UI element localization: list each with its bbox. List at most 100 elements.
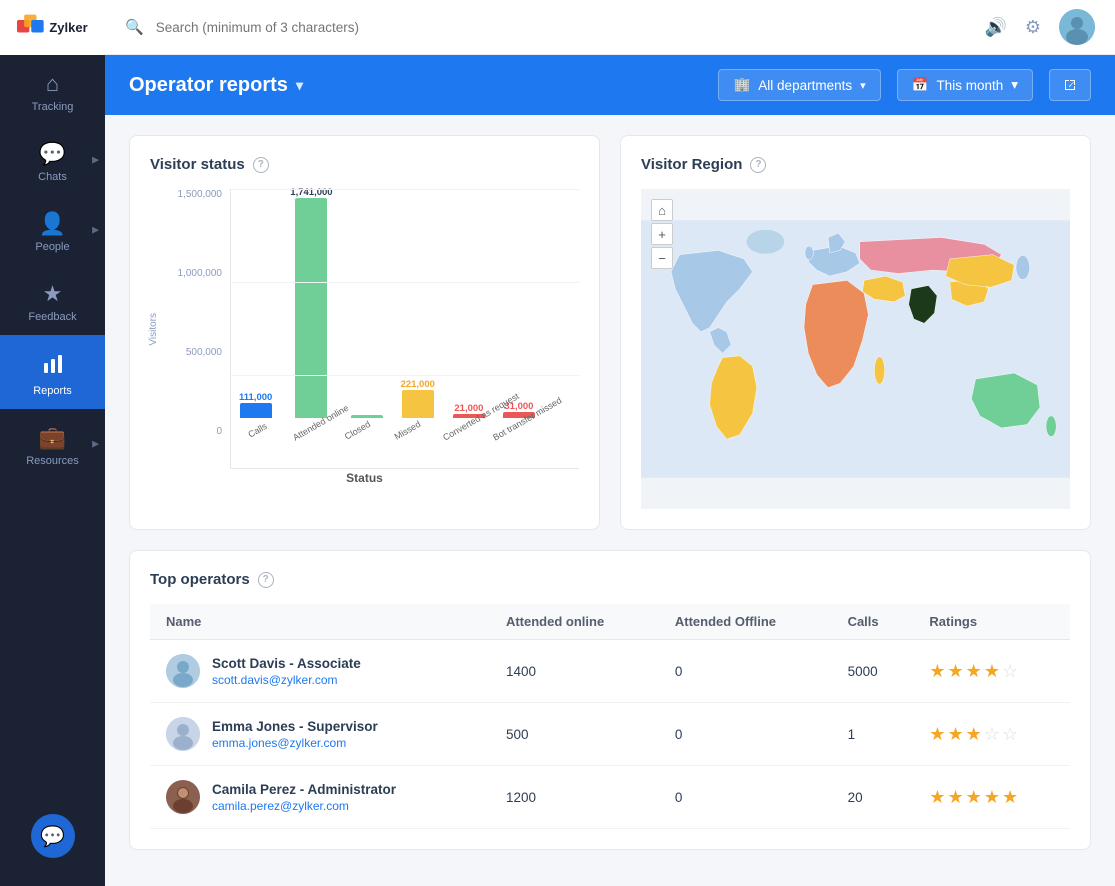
- map-zoom-out-button[interactable]: −: [651, 247, 673, 269]
- visitor-region-panel: Visitor Region ?: [620, 135, 1091, 530]
- attended-online-value: 500: [490, 703, 659, 766]
- top-operators-panel: Top operators ? Name Attended online Att…: [129, 550, 1091, 850]
- topbar-actions: 🔊 ⚙: [984, 9, 1095, 45]
- attended-offline-value: 0: [659, 703, 832, 766]
- avatar: [166, 654, 200, 688]
- attended-offline-value: 0: [659, 640, 832, 703]
- top-panels: Visitor status ? Visitors 1,500,000 1,00…: [129, 135, 1091, 530]
- col-attended-offline: Attended Offline: [659, 604, 832, 640]
- col-ratings: Ratings: [913, 604, 1070, 640]
- col-attended-online: Attended online: [490, 604, 659, 640]
- bars-container: 111,000 1,741,000: [231, 189, 579, 418]
- top-operators-help-icon[interactable]: ?: [258, 572, 274, 588]
- export-button[interactable]: [1049, 69, 1091, 101]
- star-2: ★: [948, 661, 964, 682]
- sidebar-item-label-resources: Resources: [26, 455, 79, 467]
- visitor-status-panel: Visitor status ? Visitors 1,500,000 1,00…: [129, 135, 600, 530]
- sidebar-item-reports[interactable]: Reports: [0, 335, 105, 409]
- people-icon: 👤: [39, 213, 66, 235]
- table-row: Scott Davis - Associate scott.davis@zylk…: [150, 640, 1070, 703]
- grid-line-top: [231, 189, 579, 190]
- visitor-status-help-icon[interactable]: ?: [253, 157, 269, 173]
- logo-icon: [17, 14, 49, 42]
- chat-bubble-button[interactable]: 💬: [31, 814, 75, 858]
- visitor-status-title: Visitor status ?: [150, 156, 579, 173]
- operator-name: Camila Perez - Administrator: [212, 782, 396, 797]
- star-3: ★: [966, 724, 982, 745]
- header-bar: Operator reports ▾ 🏢 All departments ▾ 📅…: [105, 55, 1115, 115]
- star-5: ★: [1002, 787, 1018, 808]
- bar-attended-online: 1,741,000: [290, 187, 332, 418]
- attended-online-value: 1200: [490, 766, 659, 829]
- search-input[interactable]: [156, 20, 973, 35]
- operator-email: scott.davis@zylker.com: [212, 673, 361, 687]
- sidebar: Zylker ⌂ Tracking 💬 Chats ▶ 👤 People ▶ ★…: [0, 0, 105, 886]
- y-label-1500000: 1,500,000: [178, 189, 223, 200]
- sidebar-item-label-reports: Reports: [33, 385, 72, 397]
- visitor-region-help-icon[interactable]: ?: [750, 157, 766, 173]
- star-1: ★: [929, 787, 945, 808]
- logo-text: Zylker: [49, 20, 87, 35]
- operator-info: Camila Perez - Administrator camila.pere…: [166, 780, 474, 814]
- search-icon: 🔍: [125, 18, 144, 36]
- operator-info: Scott Davis - Associate scott.davis@zylk…: [166, 654, 474, 688]
- star-5: ☆: [1002, 661, 1018, 682]
- star-icon: ★: [43, 283, 63, 305]
- sidebar-item-chats[interactable]: 💬 Chats ▶: [0, 125, 105, 195]
- star-rating: ★ ★ ★ ☆ ☆: [929, 724, 1054, 745]
- logo: Zylker: [0, 0, 105, 55]
- col-name: Name: [150, 604, 490, 640]
- star-3: ★: [966, 787, 982, 808]
- table-body: Scott Davis - Associate scott.davis@zylk…: [150, 640, 1070, 829]
- star-2: ★: [948, 787, 964, 808]
- y-axis-title: Visitors: [148, 313, 159, 346]
- star-rating: ★ ★ ★ ★ ★: [929, 787, 1054, 808]
- y-axis-labels: 1,500,000 1,000,000 500,000 0: [162, 189, 230, 469]
- dropdown-arrow: ▾: [860, 79, 866, 92]
- bar-calls: 111,000: [239, 392, 272, 418]
- map-home-button[interactable]: ⌂: [651, 199, 673, 221]
- star-5: ☆: [1002, 724, 1018, 745]
- star-4: ☆: [984, 724, 1000, 745]
- operator-info: Emma Jones - Supervisor emma.jones@zylke…: [166, 717, 474, 751]
- ratings-value: ★ ★ ★ ★ ☆: [913, 640, 1070, 703]
- star-rating: ★ ★ ★ ★ ☆: [929, 661, 1054, 682]
- table-row: Camila Perez - Administrator camila.pere…: [150, 766, 1070, 829]
- sidebar-item-resources[interactable]: 💼 Resources ▶: [0, 409, 105, 479]
- sidebar-item-tracking[interactable]: ⌂ Tracking: [0, 55, 105, 125]
- calls-value: 20: [832, 766, 914, 829]
- chat-icon: 💬: [39, 143, 66, 165]
- x-labels: Calls Attended online Closed Missed Conv…: [231, 418, 579, 436]
- chart-area: 111,000 1,741,000: [230, 189, 579, 469]
- briefcase-icon: 💼: [39, 427, 66, 449]
- world-map-svg: [641, 189, 1070, 509]
- y-label-500000: 500,000: [186, 347, 222, 358]
- calls-value: 1: [832, 703, 914, 766]
- star-3: ★: [966, 661, 982, 682]
- sidebar-item-label-people: People: [35, 241, 69, 253]
- sound-icon[interactable]: 🔊: [984, 17, 1006, 38]
- sidebar-item-label-feedback: Feedback: [28, 311, 76, 323]
- table-row: Emma Jones - Supervisor emma.jones@zylke…: [150, 703, 1070, 766]
- attended-online-value: 1400: [490, 640, 659, 703]
- date-filter-button[interactable]: 📅 This month ▾: [897, 69, 1033, 101]
- sidebar-item-feedback[interactable]: ★ Feedback: [0, 265, 105, 335]
- attended-offline-value: 0: [659, 766, 832, 829]
- departments-dropdown[interactable]: 🏢 All departments ▾: [718, 69, 880, 101]
- dropdown-arrow-icon: ▾: [296, 77, 303, 94]
- sidebar-item-people[interactable]: 👤 People ▶: [0, 195, 105, 265]
- settings-icon[interactable]: ⚙: [1025, 17, 1041, 38]
- sidebar-item-label-tracking: Tracking: [32, 101, 74, 113]
- star-2: ★: [948, 724, 964, 745]
- operator-name: Emma Jones - Supervisor: [212, 719, 378, 734]
- map-zoom-in-button[interactable]: +: [651, 223, 673, 245]
- avatar[interactable]: [1059, 9, 1095, 45]
- operator-email: camila.perez@zylker.com: [212, 799, 396, 813]
- content-area: Visitor status ? Visitors 1,500,000 1,00…: [105, 115, 1115, 886]
- chevron-right-icon: ▶: [92, 155, 99, 166]
- visitor-region-title: Visitor Region ?: [641, 156, 1070, 173]
- avatar: [166, 780, 200, 814]
- operator-name: Scott Davis - Associate: [212, 656, 361, 671]
- x-axis-title: Status: [150, 471, 579, 485]
- star-4: ★: [984, 787, 1000, 808]
